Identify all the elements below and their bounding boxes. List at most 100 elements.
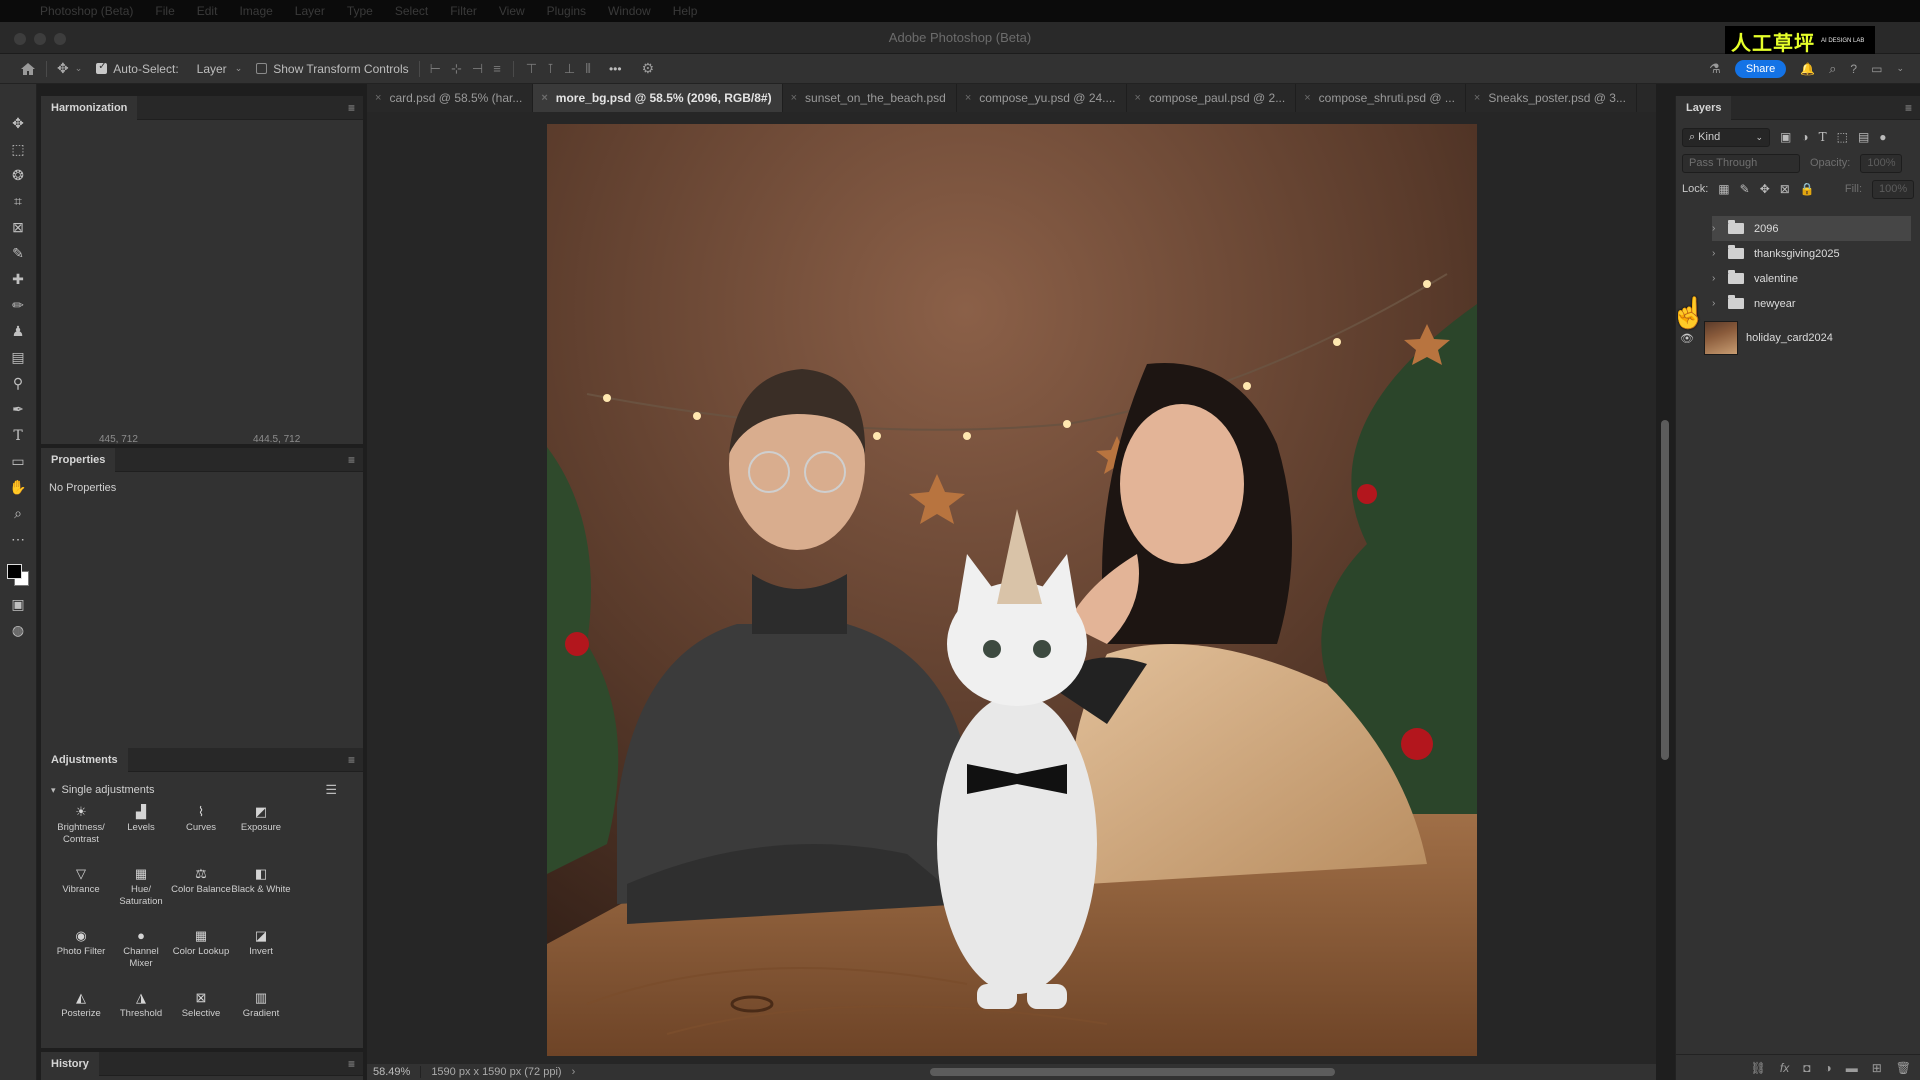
harmonization-tab[interactable]: Harmonization [41, 95, 138, 120]
horizontal-scrollbar[interactable] [930, 1068, 1335, 1076]
status-arrow-icon[interactable]: › [572, 1066, 576, 1078]
menu-plugins[interactable]: Plugins [547, 4, 586, 18]
close-tab-icon[interactable]: × [965, 84, 971, 112]
curves-button[interactable]: ⌇ Curves [171, 804, 231, 858]
chevron-right-icon[interactable]: › [1712, 248, 1724, 259]
frame-tool-icon[interactable]: ⊠ [6, 218, 30, 237]
lock-artboard-icon[interactable]: ⊠ [1780, 182, 1790, 196]
flask-icon[interactable]: ⚗ [1709, 61, 1721, 77]
lock-pixels-icon[interactable]: ✎ [1740, 182, 1750, 196]
opacity-field[interactable]: 100% [1860, 153, 1903, 173]
align-right-icon[interactable]: ⊣ [472, 61, 483, 77]
channel-mixer-button[interactable]: ● Channel Mixer [111, 928, 171, 982]
panel-menu-icon[interactable]: ≡ [348, 453, 355, 467]
menu-layer[interactable]: Layer [295, 4, 325, 18]
filter-pixel-icon[interactable]: ▣ [1780, 130, 1791, 144]
search-icon[interactable]: ⌕ [1829, 61, 1836, 77]
move-tool-icon[interactable]: ✥ [6, 114, 30, 133]
threshold-button[interactable]: ◮ Threshold [111, 990, 171, 1044]
crop-tool-icon[interactable]: ⌗ [6, 192, 30, 211]
more-options-button[interactable]: ••• [609, 62, 622, 76]
distribute-vertical-icon[interactable]: ⦀ [585, 61, 591, 77]
menu-file[interactable]: File [155, 4, 174, 18]
add-mask-icon[interactable]: ◘ [1803, 1061, 1810, 1075]
history-tab[interactable]: History [41, 1051, 99, 1076]
distribute-icon[interactable]: ≡ [493, 61, 501, 77]
posterize-button[interactable]: ◭ Posterize [51, 990, 111, 1044]
eyedropper-tool-icon[interactable]: ✎ [6, 244, 30, 263]
zoom-tool-icon[interactable]: ⌕ [6, 504, 30, 523]
adjustments-tab[interactable]: Adjustments [41, 747, 128, 772]
menu-window[interactable]: Window [608, 4, 651, 18]
new-group-icon[interactable]: ▬ [1846, 1061, 1858, 1075]
close-tab-icon[interactable]: × [1304, 84, 1310, 112]
menu-image[interactable]: Image [239, 4, 272, 18]
eye-visibility-icon[interactable]: 👁 [1676, 332, 1698, 345]
panel-menu-icon[interactable]: ≡ [348, 101, 355, 115]
share-button[interactable]: Share [1734, 59, 1787, 78]
zoom-level[interactable]: 58.49% [367, 1066, 422, 1078]
new-layer-icon[interactable]: ⊞ [1872, 1061, 1882, 1075]
tool-preset-chevron-icon[interactable]: ⌄ [75, 63, 83, 74]
invert-button[interactable]: ◪ Invert [231, 928, 291, 982]
settings-gear-icon[interactable]: ⚙ [642, 60, 655, 77]
list-view-icon[interactable]: ☰ [325, 782, 337, 798]
document-info[interactable]: 1590 px x 1590 px (72 ppi) [421, 1066, 571, 1078]
exposure-button[interactable]: ◩ Exposure [231, 804, 291, 858]
tab-more-bg[interactable]: × more_bg.psd @ 58.5% (2096, RGB/8#) [533, 84, 783, 112]
lock-position-icon[interactable]: ✥ [1760, 182, 1770, 196]
show-transform-checkbox[interactable] [256, 63, 273, 74]
auto-select-checkbox[interactable] [96, 61, 113, 74]
align-top-icon[interactable]: ⊤ [526, 61, 537, 77]
vibrance-button[interactable]: ▽ Vibrance [51, 866, 111, 920]
align-center-icon[interactable]: ⊹ [451, 61, 462, 77]
type-tool-icon[interactable]: T [6, 426, 30, 445]
screen-mode-icon[interactable]: ▣ [6, 595, 30, 614]
menu-edit[interactable]: Edit [197, 4, 218, 18]
chevron-right-icon[interactable]: › [1712, 273, 1724, 284]
chevron-right-icon[interactable]: › [1712, 298, 1724, 309]
delete-layer-icon[interactable]: 🗑 [1896, 1061, 1911, 1075]
minimize-window-button[interactable] [34, 33, 46, 45]
menu-app[interactable]: Photoshop (Beta) [40, 4, 133, 18]
close-tab-icon[interactable]: × [375, 84, 381, 112]
color-lookup-button[interactable]: ▦ Color Lookup [171, 928, 231, 982]
vertical-scrollbar[interactable] [1661, 420, 1669, 760]
zoom-window-button[interactable] [54, 33, 66, 45]
panel-menu-icon[interactable]: ≡ [348, 753, 355, 767]
close-tab-icon[interactable]: × [541, 84, 547, 112]
close-window-button[interactable] [14, 33, 26, 45]
gradient-map-button[interactable]: ▥ Gradient [231, 990, 291, 1044]
link-layers-icon[interactable]: ⛓ [1751, 1061, 1766, 1075]
lock-transparency-icon[interactable]: ▦ [1718, 182, 1729, 196]
workspace-icon[interactable]: ▭ [1871, 62, 1882, 76]
home-icon[interactable] [20, 62, 36, 76]
lock-all-icon[interactable]: 🔒 [1800, 182, 1815, 196]
chevron-right-icon[interactable]: › [1712, 223, 1724, 234]
quick-mask-icon[interactable]: ◍ [6, 621, 30, 640]
black-white-button[interactable]: ◧ Black & White [231, 866, 291, 920]
more-tools-icon[interactable]: ⋯ [6, 530, 30, 549]
tab-compose-yu[interactable]: × compose_yu.psd @ 24.... [957, 84, 1127, 112]
close-tab-icon[interactable]: × [1135, 84, 1141, 112]
menu-type[interactable]: Type [347, 4, 373, 18]
hand-tool-icon[interactable]: ✋ [6, 478, 30, 497]
align-left-icon[interactable]: ⊢ [430, 61, 441, 77]
fx-icon[interactable]: fx [1780, 1061, 1789, 1075]
filter-adjustment-icon[interactable]: ◑ [1801, 130, 1808, 144]
adjustment-layer-icon[interactable]: ◑ [1824, 1061, 1831, 1075]
marquee-tool-icon[interactable]: ⬚ [6, 140, 30, 159]
align-bottom-icon[interactable]: ⊥ [564, 61, 575, 77]
selective-color-button[interactable]: ⊠ Selective [171, 990, 231, 1044]
close-tab-icon[interactable]: × [1474, 84, 1480, 112]
properties-tab[interactable]: Properties [41, 447, 116, 472]
tab-compose-paul[interactable]: × compose_paul.psd @ 2... [1127, 84, 1297, 112]
canvas-area[interactable] [367, 112, 1656, 1064]
brightness-contrast-button[interactable]: ☀ Brightness/ Contrast [51, 804, 111, 858]
filter-toggle-icon[interactable]: ● [1879, 130, 1886, 144]
layer-row[interactable]: 👁 holiday_card2024 [1676, 318, 1920, 358]
close-tab-icon[interactable]: × [791, 84, 797, 112]
color-balance-button[interactable]: ⚖ Color Balance [171, 866, 231, 920]
layer-row[interactable]: › valentine [1712, 266, 1911, 291]
stamp-tool-icon[interactable]: ♟ [6, 322, 30, 341]
